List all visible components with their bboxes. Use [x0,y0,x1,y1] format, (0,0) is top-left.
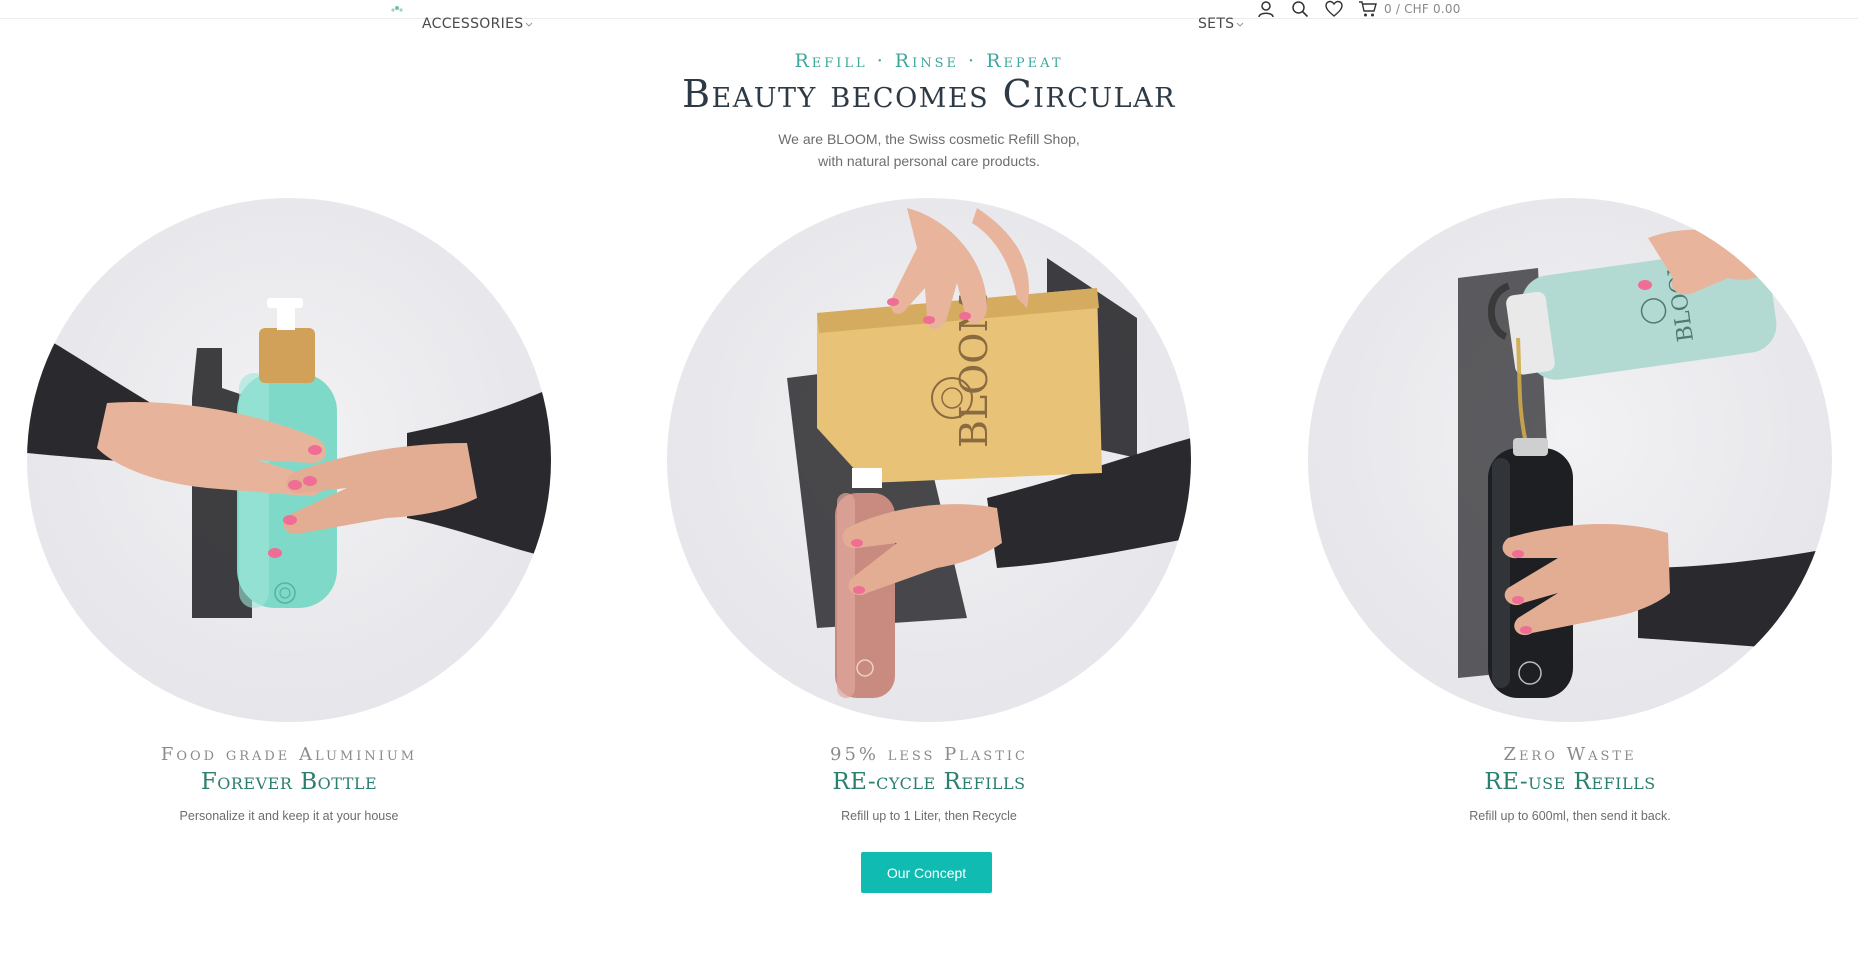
cart-button[interactable]: 0 / CHF 0.00 [1358,0,1461,18]
cart-total: 0 / CHF 0.00 [1384,2,1461,16]
nav-sets-label: SETS [1198,16,1235,32]
feature-kicker: Food grade Aluminium [160,744,418,765]
feature-kicker: 95% less Plastic [830,744,1028,765]
user-icon[interactable] [1256,0,1276,18]
bottle-illustration [27,298,551,618]
nav-accessories[interactable]: ACCESSORIES [422,16,533,32]
feature-image-reuse-refills: BLOOM [1308,198,1832,722]
feature-title: RE-use Refills [1484,769,1656,795]
feature-recycle-refills: BLOOM 95% less Plastic RE-cycle Refills … [664,198,1194,823]
hero-subtitle-line-2: with natural personal care products. [818,153,1040,169]
feature-forever-bottle: Food grade Aluminium Forever Bottle Pers… [24,198,554,823]
feature-description: Refill up to 600ml, then send it back. [1469,809,1671,823]
chevron-down-icon [526,22,533,27]
pour-illustration: BLOOM [1458,229,1832,698]
site-header: ACCESSORIES SETS 0 / CHF 0.00 [0,0,1858,32]
pouch-illustration: BLOOM [787,208,1191,698]
search-icon[interactable] [1290,0,1310,18]
cart-icon [1358,0,1378,18]
header-actions: 0 / CHF 0.00 [1256,0,1461,18]
hero-subtitle: We are BLOOM, the Swiss cosmetic Refill … [0,128,1858,172]
feature-kicker: Zero Waste [1503,744,1637,765]
feature-title: Forever Bottle [200,769,378,795]
our-concept-button[interactable]: Our Concept [861,852,992,893]
hero-subtitle-line-1: We are BLOOM, the Swiss cosmetic Refill … [778,131,1080,147]
bloom-flower-icon[interactable] [390,4,404,14]
hero-eyebrow: Refill · Rinse · Repeat [794,50,1064,72]
feature-image-forever-bottle [27,198,551,722]
feature-title: RE-cycle Refills [832,769,1026,795]
chevron-down-icon [1237,22,1244,27]
feature-description: Refill up to 1 Liter, then Recycle [841,809,1017,823]
feature-image-recycle-refills: BLOOM [667,198,1191,722]
feature-reuse-refills: BLOOM Zero Waste RE-use Refills Refill u… [1305,198,1835,823]
hero-title: Beauty becomes Circular [682,72,1176,116]
nav-sets[interactable]: SETS [1198,16,1244,32]
feature-description: Personalize it and keep it at your house [179,809,399,823]
page: ACCESSORIES SETS 0 / CHF 0.00 Refill · R… [0,0,1858,966]
nav-accessories-label: ACCESSORIES [422,16,524,32]
heart-icon[interactable] [1324,0,1344,18]
